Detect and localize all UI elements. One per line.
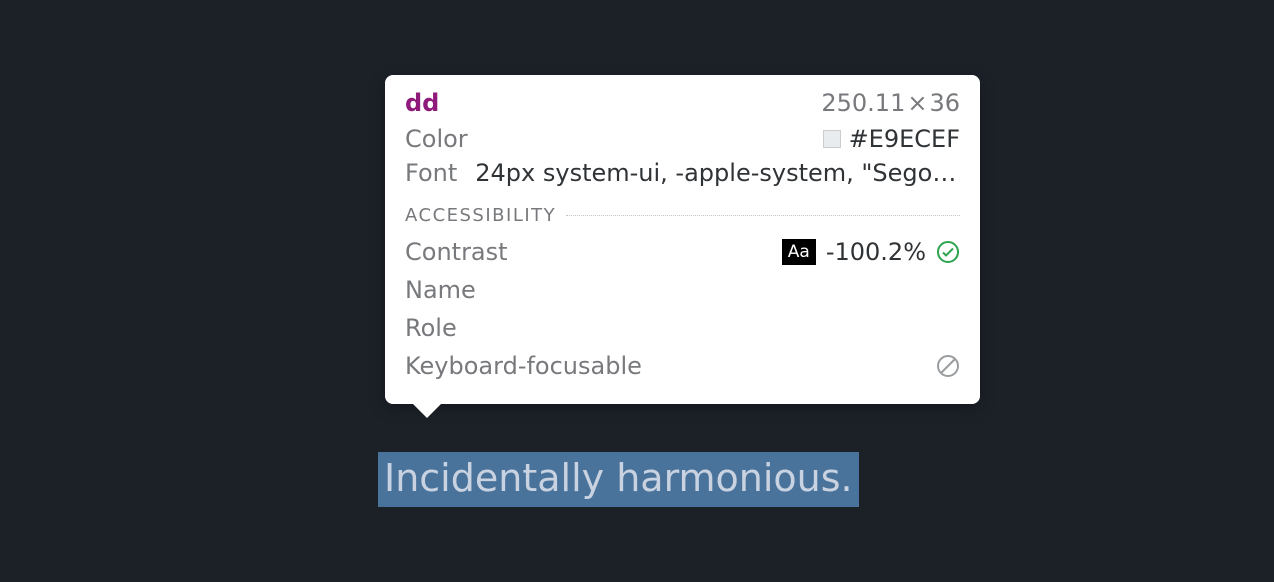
name-label: Name (405, 276, 476, 304)
element-dimensions: 250.11×36 (821, 89, 960, 117)
element-tag: dd (405, 89, 439, 117)
dimension-separator: × (907, 89, 927, 117)
role-row: Role (405, 312, 960, 344)
accessibility-section-header: ACCESSIBILITY (405, 205, 556, 226)
inspected-text-highlight[interactable]: Incidentally harmonious. (378, 452, 859, 507)
contrast-sample-chip: Aa (782, 239, 816, 265)
color-label: Color (405, 125, 468, 153)
check-circle-icon (936, 240, 960, 264)
role-label: Role (405, 314, 457, 342)
contrast-value-wrap: Aa -100.2% (782, 238, 960, 266)
font-value: 24px system-ui, -apple-system, "Segoe… (475, 159, 960, 187)
keyboard-focusable-row: Keyboard-focusable (405, 350, 960, 382)
keyboard-focusable-value (936, 354, 960, 378)
font-label: Font (405, 159, 457, 187)
color-value-wrap: #E9ECEF (823, 125, 960, 153)
color-row: Color #E9ECEF (405, 125, 960, 153)
color-swatch-icon (823, 130, 841, 148)
tooltip-header: dd 250.11×36 (405, 89, 960, 117)
keyboard-focusable-label: Keyboard-focusable (405, 352, 642, 380)
contrast-label: Contrast (405, 238, 508, 266)
name-row: Name (405, 274, 960, 306)
devtools-element-tooltip: dd 250.11×36 Color #E9ECEF Font 24px sys… (385, 75, 980, 404)
ban-icon (936, 354, 960, 378)
dimension-height: 36 (929, 89, 960, 117)
font-row: Font 24px system-ui, -apple-system, "Seg… (405, 159, 960, 187)
section-divider (566, 215, 960, 216)
dimension-width: 250.11 (821, 89, 905, 117)
color-value: #E9ECEF (849, 125, 960, 153)
accessibility-section-header-row: ACCESSIBILITY (405, 205, 960, 226)
contrast-value: -100.2% (826, 238, 926, 266)
contrast-row: Contrast Aa -100.2% (405, 236, 960, 268)
